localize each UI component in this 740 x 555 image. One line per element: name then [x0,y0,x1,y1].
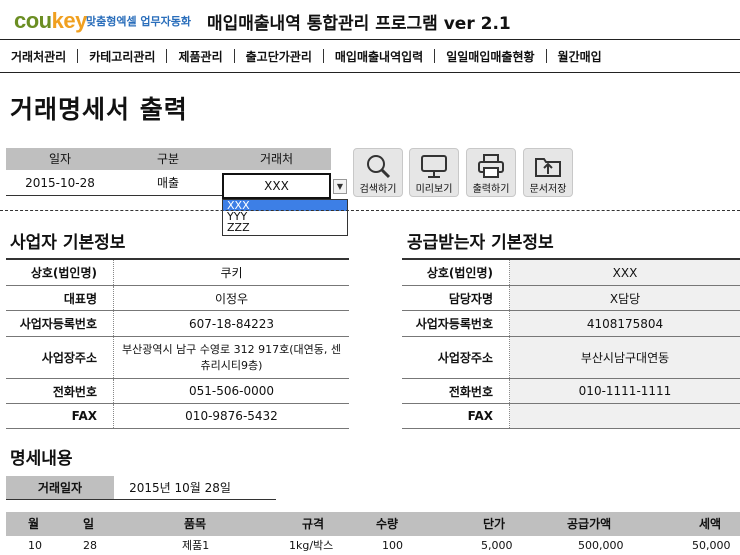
app-header: coukey 맞춤형엑셀 업무자동화 매입매출내역 통합관리 프로그램 ver … [0,0,740,40]
supplier-info-table: 상호(법인명) 쿠키 대표명 이정우 사업자등록번호 607-18-84223 사업장… [6,258,349,429]
menu-item-daily[interactable]: 일일매입매출현황 [435,48,545,65]
detail-table-header: 월 일 품목 규격 수량 단가 공급가액 세액 [6,512,740,536]
cell-day: 28 [83,539,97,552]
menu-item-vendor[interactable]: 거래처관리 [0,48,77,65]
dropdown-arrow-icon[interactable]: ▼ [333,179,347,194]
cell-supply: 500,000 [578,539,624,552]
monitor-icon [421,155,447,178]
search-button[interactable]: 검색하기 [353,148,403,197]
col-spec: 규격 [302,517,325,531]
recipient-value: 4108175804 [510,311,740,336]
supplier-value: 쿠키 [220,266,243,280]
supplier-label: 상호(법인명) [6,260,114,285]
table-row: 10 28 제품1 1kg/박스 100 5,000 500,000 50,00… [6,536,740,555]
supplier-value: 이정우 [214,291,249,306]
col-month: 월 [28,517,40,531]
recipient-label: FAX [402,404,510,428]
recipient-value [510,404,740,428]
vendor-dropdown-list: XXX YYY ZZZ [222,199,348,236]
supplier-value: 부산광역시 남구 수영로 312 917호(대연동, 센츄리시티9층) [121,342,342,372]
preview-button[interactable]: 미리보기 [409,148,459,197]
folder-upload-icon [535,158,561,177]
recipient-value: 010-1111-1111 [510,379,740,403]
header-vendor: 거래처 [259,152,294,166]
col-supply: 공급가액 [567,517,612,531]
recipient-value: 부산시남구대연동 [510,337,740,378]
supplier-label: 사업장주소 [6,337,114,378]
app-title: 매입매출내역 통합관리 프로그램 ver 2.1 [207,14,511,34]
header-date: 일자 [48,152,72,166]
detail-title: 명세내용 [10,449,73,469]
logo: coukey [14,8,87,33]
logo-tagline: 맞춤형엑셀 업무자동화 [86,15,192,28]
printer-icon [478,154,504,178]
menu-item-product[interactable]: 제품관리 [167,48,233,65]
date-cell[interactable]: 2015-10-28 [6,170,114,195]
menu-item-category[interactable]: 카테고리관리 [78,48,166,65]
cell-item: 제품1 [182,539,210,552]
header-type: 구분 [156,152,180,166]
recipient-label: 전화번호 [402,379,510,403]
col-unit-price: 단가 [483,517,506,531]
supplier-title: 사업자 기본정보 [10,233,126,253]
vendor-select[interactable]: XXX [222,173,331,199]
transaction-date-label: 거래일자 [6,476,114,499]
supplier-label: 전화번호 [6,379,114,403]
cell-tax: 50,000 [692,539,731,552]
col-qty: 수량 [376,517,399,531]
col-item: 품목 [184,517,207,531]
print-button[interactable]: 출력하기 [466,148,516,197]
recipient-label: 사업장주소 [402,337,510,378]
main-menu: 거래처관리 카테고리관리 제품관리 출고단가관리 매입매출내역입력 일일매입매출… [0,40,740,73]
menu-item-entry[interactable]: 매입매출내역입력 [324,48,434,65]
transaction-date-value: 2015년 10월 28일 [129,481,231,495]
recipient-info-table: 상호(법인명) XXX 담당자명 X담당 사업자등록번호 4108175804 사업장… [402,258,740,429]
supplier-value: 010-9876-5432 [185,409,278,423]
type-cell[interactable]: 매출 [114,170,222,195]
save-document-button[interactable]: 문서저장 [523,148,573,197]
page-title: 거래명세서 출력 [10,95,188,124]
recipient-value: XXX [510,260,740,285]
supplier-value: 051-506-0000 [188,384,274,398]
cell-qty: 100 [382,539,403,552]
menu-item-price[interactable]: 출고단가관리 [235,48,323,65]
recipient-value: X담당 [510,286,740,310]
recipient-label: 사업자등록번호 [402,311,510,336]
supplier-label: FAX [6,404,114,428]
cell-month: 10 [28,539,42,552]
dropdown-option[interactable]: ZZZ [223,222,347,233]
transaction-date-row: 거래일자 2015년 10월 28일 [6,476,276,500]
supplier-value: 607-18-84223 [188,316,274,331]
search-icon [367,155,391,179]
recipient-label: 담당자명 [402,286,510,310]
supplier-label: 대표명 [6,286,114,310]
divider [0,210,740,211]
col-tax: 세액 [699,517,722,531]
cell-spec: 1kg/박스 [289,539,334,552]
menu-item-monthly[interactable]: 월간매입 [547,48,613,65]
supplier-label: 사업자등록번호 [6,311,114,336]
col-day: 일 [83,517,95,531]
cell-unit-price: 5,000 [481,539,513,552]
recipient-label: 상호(법인명) [402,260,510,285]
recipient-title: 공급받는자 기본정보 [407,233,554,253]
